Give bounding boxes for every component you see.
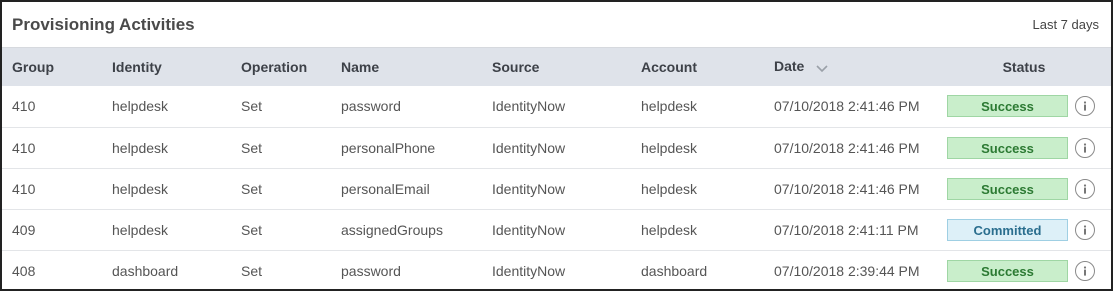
- cell-operation: Set: [241, 98, 263, 115]
- chevron-down-icon[interactable]: [816, 60, 828, 76]
- cell-group: 408: [12, 262, 36, 279]
- status-badge: Success: [947, 259, 1068, 282]
- cell-status: Success: [937, 127, 1111, 168]
- status-badge: Success: [947, 177, 1068, 200]
- cell-group: 410: [12, 180, 36, 197]
- info-icon[interactable]: [1075, 137, 1095, 158]
- cell-date: 07/10/2018 2:41:11 PM: [774, 221, 919, 238]
- cell-account: dashboard: [641, 262, 708, 279]
- table-row[interactable]: 408 dashboard Set password IdentityNow d…: [2, 250, 1111, 291]
- cell-status: Committed: [937, 209, 1111, 250]
- cell-source: IdentityNow: [492, 180, 566, 197]
- cell-identity: dashboard: [112, 262, 179, 279]
- cell-date: 07/10/2018 2:41:46 PM: [774, 139, 920, 156]
- cell-account: helpdesk: [641, 180, 698, 197]
- activities-table: Group Identity Operation Name Source Acc…: [2, 48, 1111, 291]
- info-icon[interactable]: [1075, 219, 1095, 240]
- cell-identity: helpdesk: [112, 139, 169, 156]
- cell-status: Success: [937, 168, 1111, 209]
- cell-date: 07/10/2018 2:41:46 PM: [774, 180, 920, 197]
- cell-operation: Set: [241, 139, 263, 156]
- cell-source: IdentityNow: [492, 262, 566, 279]
- info-icon[interactable]: [1075, 96, 1095, 117]
- cell-source: IdentityNow: [492, 98, 566, 115]
- cell-status: Success: [937, 250, 1111, 291]
- info-icon[interactable]: [1075, 178, 1095, 199]
- column-header-source[interactable]: Source: [482, 48, 631, 86]
- table-row[interactable]: 409 helpdesk Set assignedGroups Identity…: [2, 209, 1111, 250]
- cell-group: 410: [12, 98, 36, 115]
- cell-group: 409: [12, 221, 36, 238]
- cell-status: Success: [937, 86, 1111, 127]
- cell-source: IdentityNow: [492, 139, 566, 156]
- cell-operation: Set: [241, 262, 263, 279]
- cell-date: 07/10/2018 2:39:44 PM: [774, 262, 920, 279]
- column-header-identity[interactable]: Identity: [102, 48, 231, 86]
- cell-name: personalPhone: [341, 139, 436, 156]
- cell-operation: Set: [241, 221, 263, 238]
- column-header-date-label: Date: [774, 58, 805, 75]
- date-range-label[interactable]: Last 7 days: [1033, 17, 1100, 32]
- cell-source: IdentityNow: [492, 221, 566, 238]
- provisioning-activities-panel: Provisioning Activities Last 7 days Grou…: [0, 0, 1113, 291]
- table-header-row: Group Identity Operation Name Source Acc…: [2, 48, 1111, 86]
- cell-group: 410: [12, 139, 36, 156]
- column-header-account[interactable]: Account: [631, 48, 764, 86]
- cell-name: password: [341, 262, 401, 279]
- cell-operation: Set: [241, 180, 263, 197]
- table-row[interactable]: 410 helpdesk Set personalPhone IdentityN…: [2, 127, 1111, 168]
- cell-account: helpdesk: [641, 221, 698, 238]
- column-header-status[interactable]: Status: [937, 48, 1111, 86]
- status-badge: Success: [947, 136, 1068, 159]
- cell-identity: helpdesk: [112, 180, 169, 197]
- column-header-operation[interactable]: Operation: [231, 48, 331, 86]
- info-icon[interactable]: [1075, 260, 1095, 281]
- table-row[interactable]: 410 helpdesk Set password IdentityNow he…: [2, 86, 1111, 127]
- table-body: 410 helpdesk Set password IdentityNow he…: [2, 86, 1111, 291]
- panel-title: Provisioning Activities: [12, 15, 195, 34]
- cell-name: personalEmail: [341, 180, 430, 197]
- cell-identity: helpdesk: [112, 221, 169, 238]
- cell-identity: helpdesk: [112, 98, 169, 115]
- cell-date: 07/10/2018 2:41:46 PM: [774, 98, 920, 115]
- column-header-date[interactable]: Date: [764, 48, 937, 86]
- panel-header: Provisioning Activities Last 7 days: [2, 2, 1111, 48]
- cell-name: assignedGroups: [341, 221, 443, 238]
- cell-account: helpdesk: [641, 98, 698, 115]
- column-header-group[interactable]: Group: [2, 48, 102, 86]
- status-badge: Success: [947, 95, 1068, 118]
- cell-name: password: [341, 98, 401, 115]
- column-header-name[interactable]: Name: [331, 48, 482, 86]
- table-row[interactable]: 410 helpdesk Set personalEmail IdentityN…: [2, 168, 1111, 209]
- cell-account: helpdesk: [641, 139, 698, 156]
- status-badge: Committed: [947, 218, 1068, 241]
